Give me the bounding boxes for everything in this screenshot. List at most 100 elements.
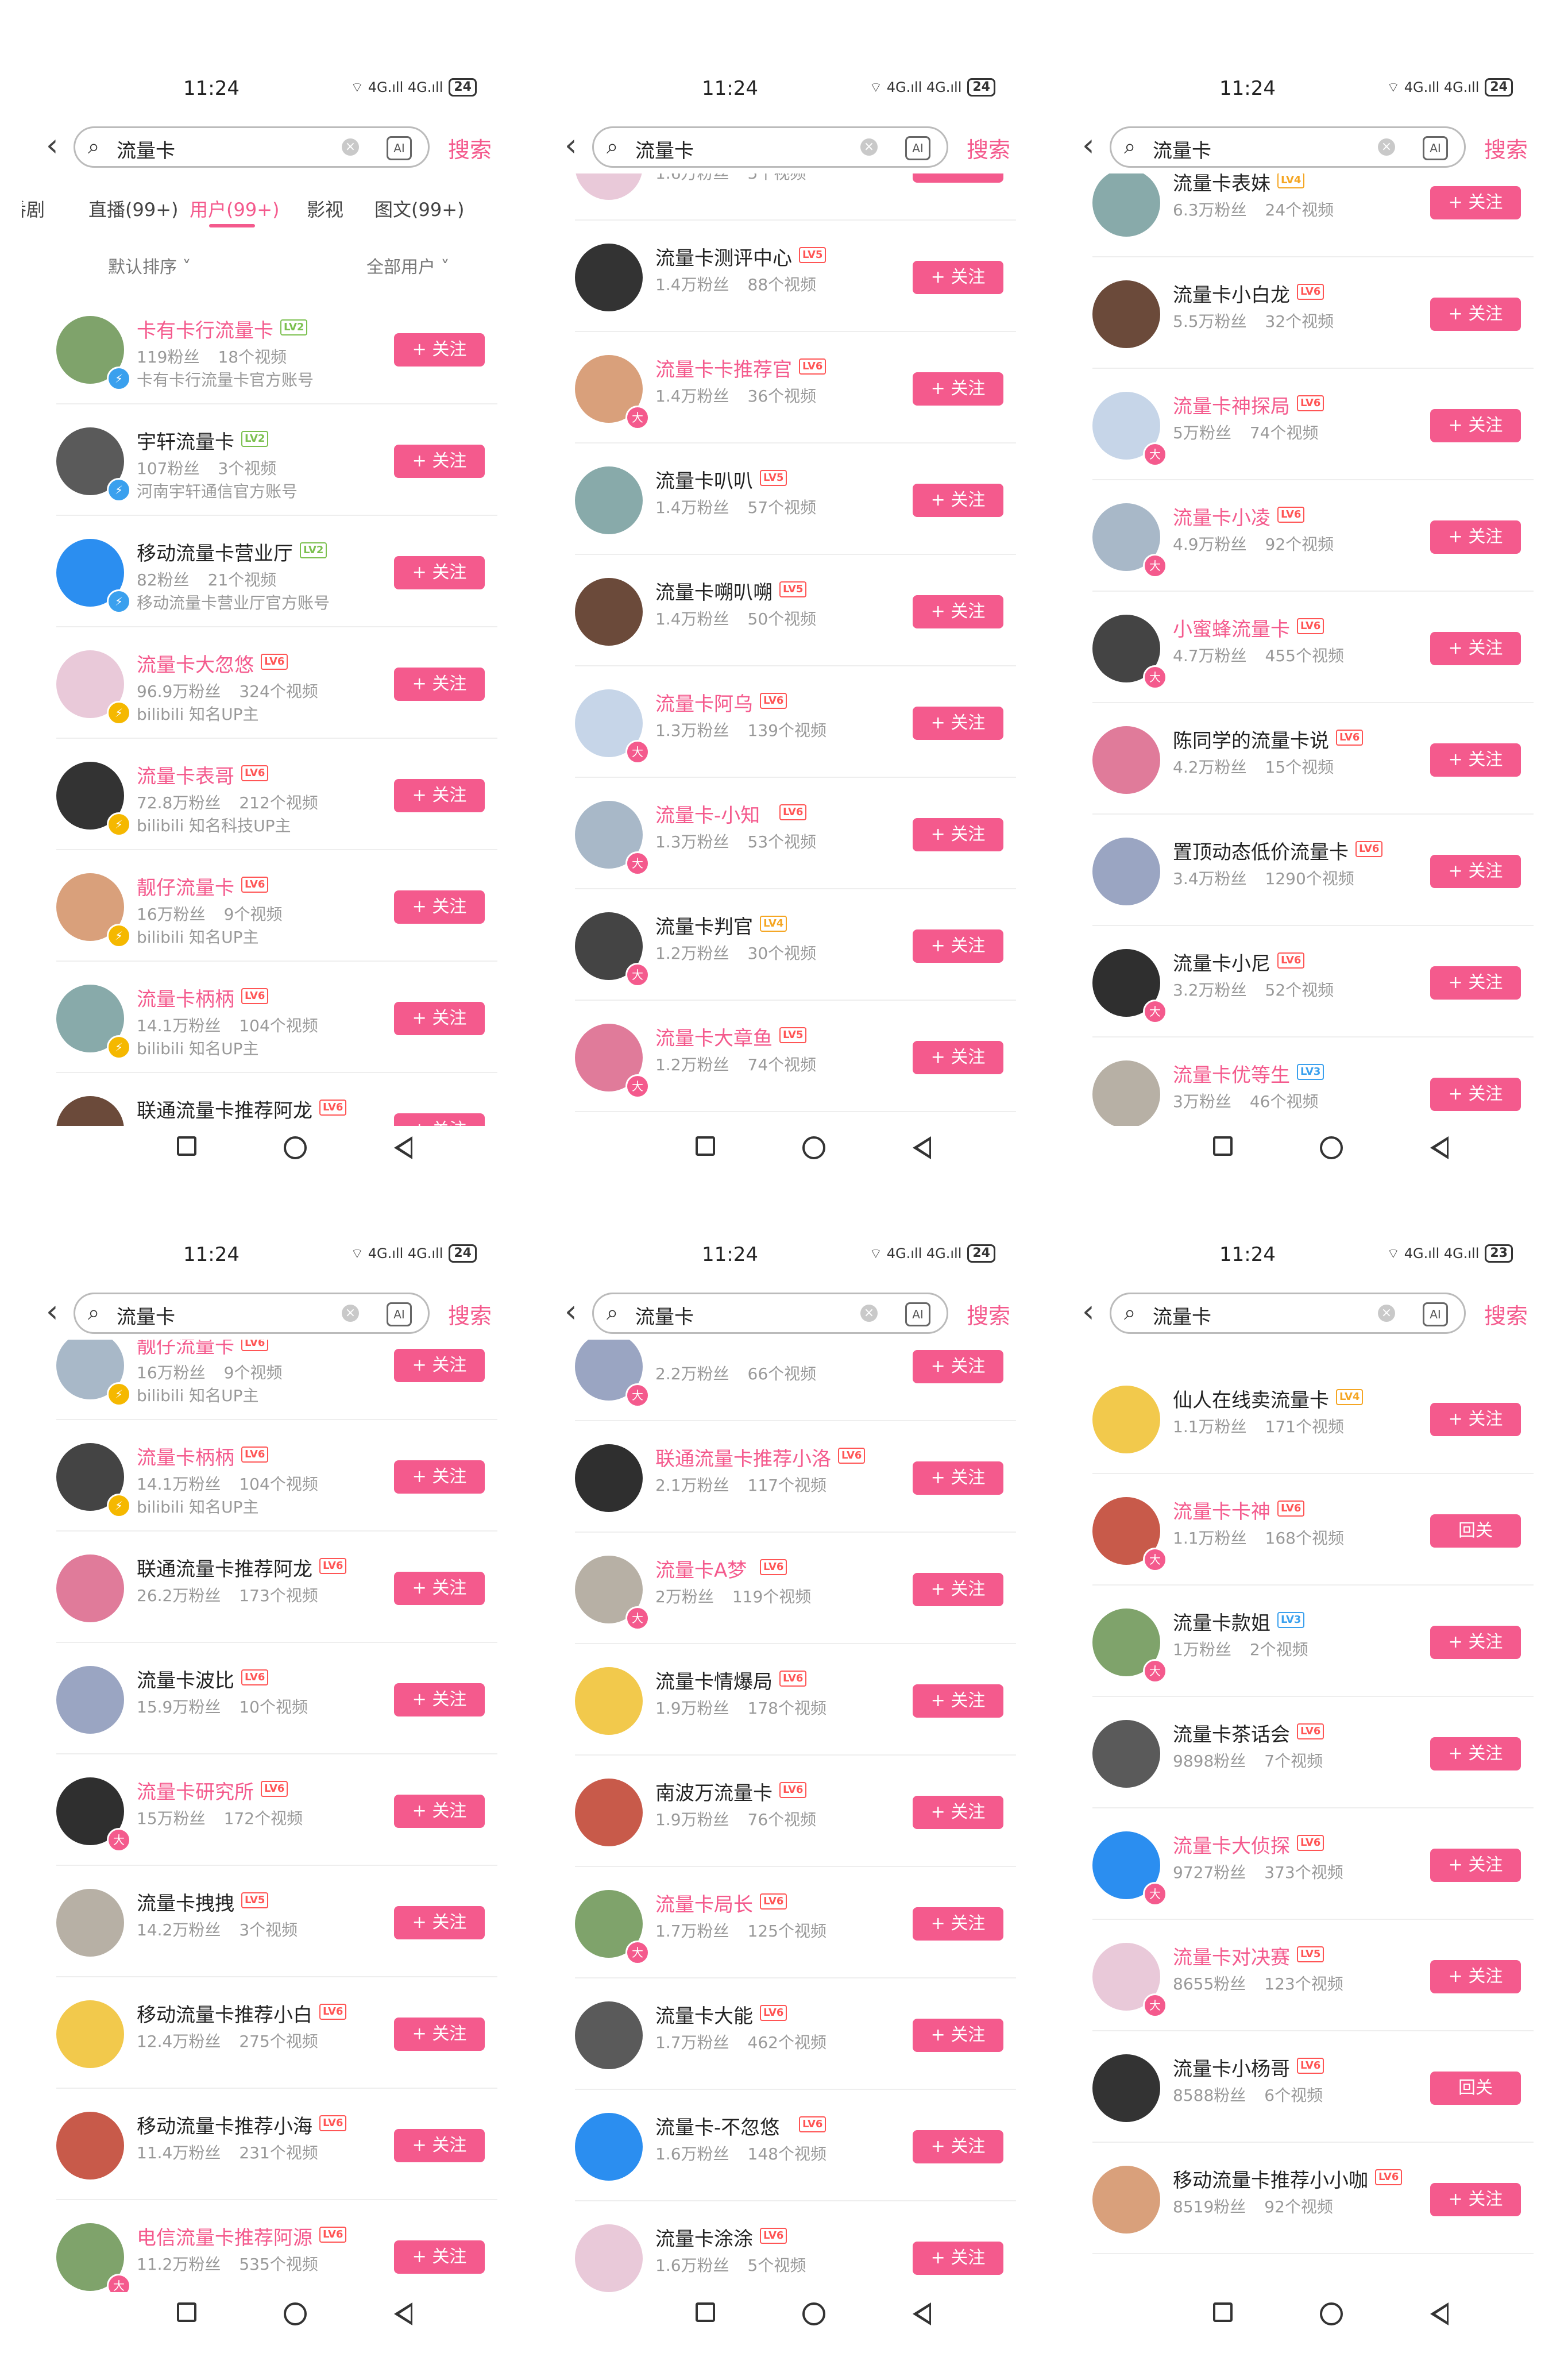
- user-name[interactable]: 南波万流量卡: [655, 1777, 773, 1806]
- back-button[interactable]: [394, 1136, 412, 1159]
- user-row[interactable]: 大流量卡判官 LV4 1.2万粉丝 30个视频 + 关注: [540, 889, 1028, 1001]
- follow-button[interactable]: + 关注: [1430, 1403, 1521, 1436]
- ai-icon[interactable]: AI: [387, 136, 412, 160]
- user-name[interactable]: 陈同学的流量卡说: [1173, 725, 1329, 753]
- follow-button[interactable]: + 关注: [1430, 2183, 1521, 2216]
- follow-button[interactable]: + 关注: [1430, 1960, 1521, 1993]
- user-row[interactable]: 移动流量卡推荐小小咖 LV6 8519粉丝 92个视频 + 关注: [1058, 2143, 1545, 2254]
- ai-icon[interactable]: AI: [1423, 136, 1448, 160]
- back-icon[interactable]: ‹: [46, 130, 59, 161]
- follow-button[interactable]: + 关注: [1430, 966, 1521, 1000]
- follow-button[interactable]: + 关注: [394, 2018, 485, 2051]
- avatar[interactable]: [1092, 1060, 1160, 1126]
- follow-button[interactable]: + 关注: [1430, 1849, 1521, 1882]
- follow-button[interactable]: + 关注: [913, 2130, 1003, 2163]
- follow-button[interactable]: + 关注: [913, 929, 1003, 963]
- follow-button[interactable]: + 关注: [913, 1684, 1003, 1718]
- user-name[interactable]: 流量卡卡推荐官: [655, 354, 792, 382]
- search-input[interactable]: ⌕ 流量卡 × AI: [74, 126, 430, 168]
- follow-button[interactable]: + 关注: [394, 2240, 485, 2274]
- user-row[interactable]: 大流量卡局长 LV6 1.7万粉丝 125个视频 + 关注: [540, 1867, 1028, 1978]
- avatar[interactable]: [575, 1779, 643, 1846]
- user-name[interactable]: 流量卡茶话会: [1173, 1719, 1290, 1747]
- user-row[interactable]: 流量卡波比 LV6 15.9万粉丝 10个视频 + 关注: [22, 1643, 509, 1754]
- ai-icon[interactable]: AI: [905, 136, 930, 160]
- user-row[interactable]: 置顶动态低价流量卡 LV6 3.4万粉丝 1290个视频 + 关注: [1058, 815, 1545, 926]
- follow-button[interactable]: + 关注: [1430, 1626, 1521, 1659]
- user-row[interactable]: 南波万流量卡 LV6 1.9万粉丝 76个视频 + 关注: [540, 1756, 1028, 1867]
- follow-button[interactable]: + 关注: [394, 1113, 485, 1126]
- follow-button[interactable]: + 关注: [394, 445, 485, 478]
- user-row[interactable]: 大流量卡阿乌 LV6 1.3万粉丝 139个视频 + 关注: [540, 666, 1028, 778]
- recents-button[interactable]: [1213, 2302, 1233, 2322]
- follow-button[interactable]: + 关注: [913, 261, 1003, 294]
- user-row[interactable]: 大流量卡卡神 LV6 1.1万粉丝 168个视频 回关: [1058, 1474, 1545, 1586]
- user-row[interactable]: 流量卡情爆局 LV6 1.9万粉丝 178个视频 + 关注: [540, 1644, 1028, 1756]
- follow-button[interactable]: + 关注: [1430, 632, 1521, 665]
- user-name[interactable]: 移动流量卡营业厅: [137, 538, 293, 566]
- user-name[interactable]: 流量卡小白龙: [1173, 279, 1290, 307]
- avatar[interactable]: [1092, 280, 1160, 348]
- user-row[interactable]: 大流量卡A梦 LV6 2万粉丝 119个视频 + 关注: [540, 1533, 1028, 1644]
- ai-icon[interactable]: AI: [1423, 1302, 1448, 1326]
- user-name[interactable]: 流量卡拽拽: [137, 1888, 234, 1916]
- user-name[interactable]: 小蜜蜂流量卡: [1173, 614, 1290, 642]
- search-button[interactable]: 搜索: [448, 1298, 492, 1330]
- user-name[interactable]: 仙人在线卖流量卡: [1173, 1384, 1329, 1413]
- follow-button[interactable]: 回关: [1430, 2072, 1521, 2105]
- follow-button[interactable]: + 关注: [394, 1906, 485, 1939]
- user-name[interactable]: 流量卡神探局: [1173, 391, 1290, 419]
- avatar[interactable]: [1092, 173, 1160, 237]
- clear-icon[interactable]: ×: [342, 1305, 359, 1322]
- avatar[interactable]: [56, 2112, 124, 2180]
- user-row[interactable]: ⚡ 宇轩流量卡 LV2 107粉丝 3个视频 河南宇轩通信官方账号 + 关注: [22, 404, 509, 516]
- home-button[interactable]: [284, 1136, 307, 1159]
- user-row[interactable]: 大流量卡大侦探 LV6 9727粉丝 373个视频 + 关注: [1058, 1808, 1545, 1920]
- user-name[interactable]: 流量卡小杨哥: [1173, 2053, 1290, 2081]
- user-row[interactable]: ⚡ 流量卡表哥 LV6 72.8万粉丝 212个视频 bilibili 知名科技UP主 + …: [22, 739, 509, 850]
- clear-icon[interactable]: ×: [342, 138, 359, 156]
- follow-button[interactable]: + 关注: [394, 1460, 485, 1494]
- clear-icon[interactable]: ×: [860, 138, 878, 156]
- user-name[interactable]: 流量卡表哥: [137, 761, 234, 789]
- user-name[interactable]: 联通流量卡推荐小洛: [655, 1443, 831, 1471]
- user-name[interactable]: 置顶动态低价流量卡: [1173, 836, 1349, 865]
- follow-button[interactable]: + 关注: [1430, 855, 1521, 888]
- user-row[interactable]: 流量卡涂涂 LV6 1.6万粉丝 5个视频 + 关注: [540, 2201, 1028, 2292]
- search-button[interactable]: 搜索: [448, 132, 492, 164]
- tab-4[interactable]: 图文(99+): [374, 195, 465, 222]
- follow-button[interactable]: + 关注: [1430, 409, 1521, 442]
- avatar[interactable]: [56, 1889, 124, 1957]
- follow-button[interactable]: + 关注: [913, 818, 1003, 851]
- avatar[interactable]: [1092, 1386, 1160, 1453]
- follow-button[interactable]: + 关注: [1430, 520, 1521, 554]
- back-button[interactable]: [1430, 2302, 1449, 2325]
- user-name[interactable]: 移动流量卡推荐小海: [137, 2111, 312, 2139]
- user-row[interactable]: 流量卡拽拽 LV5 14.2万粉丝 3个视频 + 关注: [22, 1866, 509, 1977]
- user-name[interactable]: 流量卡波比: [137, 1665, 234, 1693]
- user-name[interactable]: 宇轩流量卡: [137, 426, 234, 454]
- sort-filter[interactable]: 默认排序 ˅: [108, 253, 191, 278]
- user-row[interactable]: 陈同学的流量卡说 LV6 4.2万粉丝 15个视频 + 关注: [1058, 703, 1545, 815]
- user-row[interactable]: ⚡ 移动流量卡营业厅 LV2 82粉丝 21个视频 移动流量卡营业厅官方账号 + 关注: [22, 516, 509, 627]
- follow-button[interactable]: + 关注: [394, 1683, 485, 1716]
- search-input[interactable]: ⌕ 流量卡 × AI: [592, 126, 948, 168]
- user-name[interactable]: 联通流量卡推荐阿龙: [137, 1095, 312, 1123]
- user-name[interactable]: 流量卡大忽悠: [137, 649, 254, 677]
- clear-icon[interactable]: ×: [860, 1305, 878, 1322]
- avatar[interactable]: [575, 2113, 643, 2181]
- home-button[interactable]: [802, 2302, 825, 2325]
- follow-button[interactable]: + 关注: [394, 333, 485, 367]
- user-name[interactable]: 流量卡A梦: [655, 1554, 747, 1583]
- follow-button[interactable]: + 关注: [394, 1572, 485, 1605]
- follow-button[interactable]: + 关注: [394, 779, 485, 812]
- follow-button[interactable]: + 关注: [913, 1350, 1003, 1383]
- tab-2[interactable]: 用户(99+): [190, 195, 280, 222]
- user-name[interactable]: 流量卡局长: [655, 1889, 753, 1917]
- user-row[interactable]: 大流量卡小尼 LV6 3.2万粉丝 52个视频 + 关注: [1058, 926, 1545, 1037]
- search-input[interactable]: ⌕ 流量卡 × AI: [592, 1293, 948, 1334]
- recents-button[interactable]: [696, 2302, 715, 2322]
- back-button[interactable]: [913, 1136, 931, 1159]
- search-button[interactable]: 搜索: [967, 1298, 1010, 1330]
- user-name[interactable]: 流量卡阿乌: [655, 688, 753, 716]
